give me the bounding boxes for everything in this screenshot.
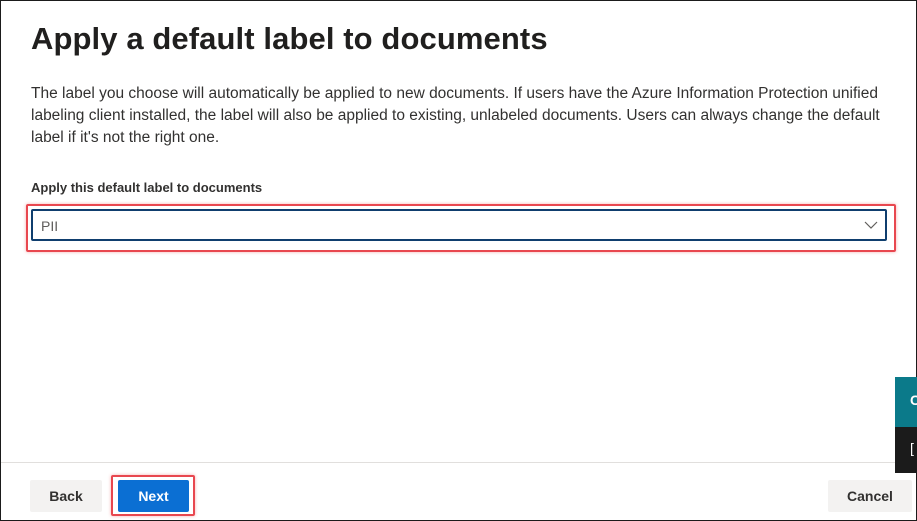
footer-divider (1, 462, 895, 463)
feedback-widget-glyph: C (910, 392, 917, 408)
feedback-widget[interactable]: C (895, 377, 917, 427)
default-label-field-label: Apply this default label to documents (31, 180, 263, 195)
page-title: Apply a default label to documents (31, 21, 548, 56)
page-description: The label you choose will automatically … (31, 85, 880, 146)
chat-widget[interactable]: [ (895, 427, 917, 473)
back-button[interactable]: Back (30, 480, 102, 512)
chat-widget-glyph: [ (910, 440, 914, 456)
cancel-button[interactable]: Cancel (828, 480, 912, 512)
wizard-panel: Apply a default label to documents The l… (0, 0, 917, 521)
next-button[interactable]: Next (118, 480, 189, 512)
chevron-down-icon[interactable] (863, 217, 879, 233)
default-label-dropdown[interactable]: PII (31, 209, 887, 241)
default-label-selected-value: PII (41, 218, 59, 234)
